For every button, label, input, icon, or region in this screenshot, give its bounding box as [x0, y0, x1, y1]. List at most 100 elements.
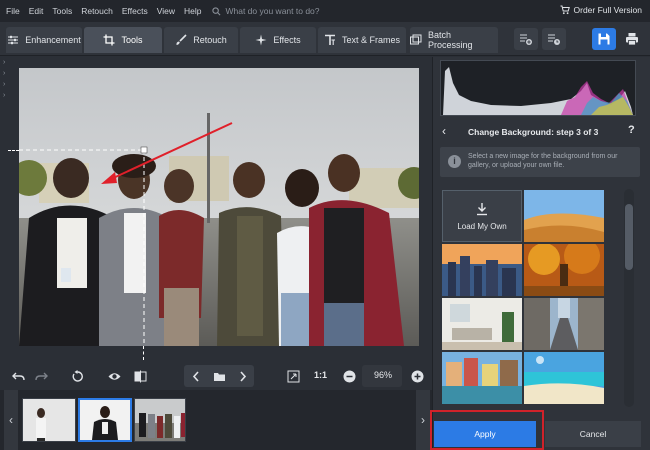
minus-circle-icon	[343, 370, 355, 382]
redo-button[interactable]	[32, 366, 50, 386]
reset-button[interactable]	[68, 366, 86, 386]
step-header: ‹ Change Background: step 3 of 3	[432, 122, 650, 142]
gallery-scrollbar-thumb[interactable]	[625, 204, 633, 270]
chevron-right-icon: ›	[3, 59, 6, 66]
menu-file[interactable]: File	[6, 6, 20, 16]
redo-icon	[34, 372, 48, 380]
filmstrip-thumbnail[interactable]	[134, 398, 186, 442]
chevron-left-icon: ‹	[9, 413, 13, 427]
street-image	[524, 298, 604, 350]
queue-history-button[interactable]	[542, 28, 566, 50]
filmstrip-next-button[interactable]: ›	[416, 390, 430, 450]
download-icon	[477, 202, 487, 215]
background-thumbnail-city-sunset[interactable]	[442, 244, 522, 296]
help-button[interactable]: ?	[628, 124, 635, 136]
compare-button[interactable]	[130, 366, 150, 386]
zoom-in-button[interactable]	[408, 366, 426, 386]
chevron-right-icon: ›	[421, 413, 425, 427]
zoom-out-button[interactable]	[340, 366, 358, 386]
menu-tools[interactable]: Tools	[52, 6, 72, 16]
filmstrip-thumbnail[interactable]	[22, 398, 76, 442]
info-box: i Select a new image for the background …	[440, 147, 640, 177]
fit-to-screen-button[interactable]	[284, 366, 302, 386]
chevron-right-icon: ›	[3, 92, 6, 99]
rotate-reset-icon	[72, 369, 83, 382]
print-button[interactable]	[620, 28, 644, 50]
tab-tools[interactable]: Tools	[84, 27, 162, 53]
chevron-right-icon	[239, 370, 246, 382]
batch-icon	[410, 34, 422, 45]
preview-button[interactable]	[104, 366, 124, 386]
info-icon: i	[448, 155, 461, 168]
text-icon	[324, 34, 335, 45]
chevron-left-icon	[192, 370, 199, 382]
previous-image-button[interactable]	[186, 366, 206, 386]
background-thumbnail-canal[interactable]	[442, 352, 522, 404]
beach-image	[524, 352, 604, 404]
order-full-version-link[interactable]: Order Full Version	[560, 5, 643, 15]
menu-view[interactable]: View	[157, 6, 175, 16]
side-panel-collapse[interactable]: › › › ›	[3, 57, 11, 101]
selection-guide	[8, 150, 19, 151]
tab-enhancement[interactable]: Enhancement	[6, 27, 82, 53]
filmstrip-thumbnail-selected[interactable]	[78, 398, 132, 442]
list-clock-icon	[548, 34, 560, 45]
search-icon	[212, 6, 221, 15]
background-thumbnail-desert[interactable]	[524, 190, 604, 242]
cancel-button[interactable]: Cancel	[545, 421, 641, 447]
open-folder-button[interactable]	[209, 366, 229, 386]
tab-effects[interactable]: Effects	[240, 27, 316, 53]
add-to-queue-button[interactable]	[514, 28, 538, 50]
selection-guide	[143, 346, 144, 360]
canvas-controls: 1:1 96%	[0, 362, 432, 390]
thumbnail-image	[23, 399, 75, 441]
crop-icon	[103, 34, 115, 46]
plus-circle-icon	[411, 370, 423, 382]
menu-help[interactable]: Help	[184, 6, 201, 16]
group-photo-image	[19, 68, 419, 346]
undo-button[interactable]	[9, 366, 27, 386]
sliders-icon	[8, 35, 19, 45]
list-add-icon	[520, 34, 532, 45]
order-full-version-label: Order Full Version	[573, 5, 643, 15]
zoom-level: 96%	[374, 370, 393, 380]
desert-image	[524, 190, 604, 242]
next-image-button[interactable]	[232, 366, 252, 386]
search-input[interactable]: What do you want to do?	[225, 6, 319, 16]
load-my-own-button[interactable]: Load My Own	[442, 190, 522, 242]
tab-retouch[interactable]: Retouch	[164, 27, 238, 53]
background-thumbnail-beach[interactable]	[524, 352, 604, 404]
chevron-right-icon: ›	[3, 70, 6, 77]
menu-edit[interactable]: Edit	[29, 6, 44, 16]
printer-icon	[626, 33, 638, 46]
brush-icon	[176, 34, 187, 45]
split-compare-icon	[134, 370, 146, 382]
thumbnail-image	[135, 399, 185, 441]
background-thumbnail-autumn[interactable]	[524, 244, 604, 296]
background-gallery: Load My Own	[440, 186, 610, 406]
chevron-right-icon: ›	[3, 81, 6, 88]
filmstrip-prev-button[interactable]: ‹	[4, 390, 18, 450]
tabs-bar: Enhancement Tools Retouch Effects Text &…	[0, 22, 650, 56]
tab-batch-processing[interactable]: Batch Processing	[410, 27, 498, 53]
tab-text-frames[interactable]: Text & Frames	[318, 27, 406, 53]
sparkle-icon	[255, 34, 267, 46]
save-button[interactable]	[592, 28, 616, 50]
filmstrip: ‹ ›	[0, 390, 432, 450]
background-thumbnail-street[interactable]	[524, 298, 604, 350]
histogram	[440, 60, 636, 116]
thumbnail-image	[80, 400, 130, 440]
canal-image	[442, 352, 522, 404]
undo-icon	[11, 372, 25, 380]
back-button[interactable]: ‹	[442, 124, 446, 138]
photo-canvas[interactable]	[19, 68, 419, 346]
menu-effects[interactable]: Effects	[122, 6, 148, 16]
zoom-actual-size-button[interactable]: 1:1	[314, 370, 327, 380]
eye-icon	[108, 372, 120, 380]
menu-retouch[interactable]: Retouch	[81, 6, 113, 16]
floppy-disk-icon	[598, 33, 610, 45]
menu-bar: File Edit Tools Retouch Effects View Hel…	[0, 0, 650, 22]
background-thumbnail-interior[interactable]	[442, 298, 522, 350]
cart-icon	[560, 5, 570, 15]
search-box[interactable]: What do you want to do?	[212, 6, 320, 16]
